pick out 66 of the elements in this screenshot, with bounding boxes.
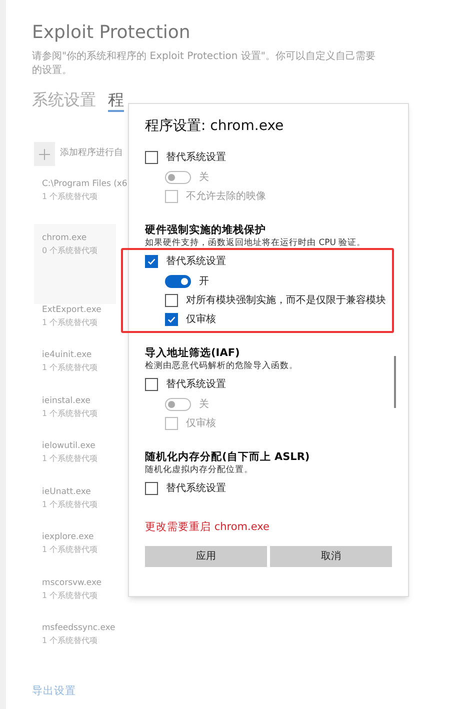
program-name: mscorsvw.exe (42, 576, 102, 590)
program-name: ieUnatt.exe (42, 486, 92, 498)
override-count: 1 个系统替代项 (42, 191, 99, 203)
page-description: 请参阅"你的系统和程序的 Exploit Protection 设置"。你可以自定义自己需要的设置。 (32, 50, 377, 78)
tab[interactable]: 系统设置 (32, 90, 96, 110)
override-count: 1 个系统替代项 (42, 498, 99, 510)
tab[interactable]: 程 (108, 90, 124, 112)
program-item[interactable]: ielowutil.exe 1 个系统替代项 (34, 440, 129, 486)
program-name: msfeedssync.exe (42, 622, 116, 635)
checkbox[interactable] (165, 313, 178, 326)
checkbox-label: 替代系统设置 (166, 482, 226, 496)
export-link[interactable]: 导出设置 (32, 684, 474, 700)
checkbox[interactable] (145, 151, 158, 164)
dialog-button[interactable]: 应用 (145, 546, 267, 567)
warning-text: 更改需要重启 chrom.exe (145, 520, 270, 535)
checkbox-label: 替代系统设置 (166, 254, 226, 269)
program-item[interactable]: C:\Program Files (x6 1 个系统替代项 (34, 178, 129, 224)
checkbox[interactable] (165, 294, 178, 307)
program-name: ielowutil.exe (42, 440, 96, 453)
section-description: 随机化虚拟内存分配位置。 (145, 464, 254, 476)
plus-icon (39, 148, 50, 160)
section-description: 检测由恶意代码解析的危险导入函数。 (145, 360, 299, 372)
check-icon (167, 315, 176, 324)
dialog-title: 程序设置: chrom.exe (145, 117, 285, 136)
checkbox[interactable] (145, 378, 158, 391)
section-heading: 随机化内存分配(自下而上 ASLR) (145, 451, 311, 464)
override-count: 1 个系统替代项 (42, 408, 99, 420)
checkbox[interactable] (145, 255, 158, 268)
dialog-button[interactable]: 取消 (270, 546, 392, 567)
override-count: 1 个系统替代项 (42, 635, 99, 647)
toggle-switch[interactable] (165, 274, 191, 288)
checkbox-label: 替代系统设置 (166, 150, 226, 165)
toggle-label: 开 (199, 274, 209, 288)
override-count: 1 个系统替代项 (42, 453, 99, 465)
override-count: 1 个系统替代项 (42, 362, 99, 374)
section-heading: 硬件强制实施的堆栈保护 (145, 224, 267, 237)
checkbox-label: 仅审核 (186, 416, 216, 431)
program-name: C:\Program Files (x6 (42, 178, 128, 191)
program-item[interactable]: mscorsvw.exe 1 个系统替代项 (34, 576, 129, 622)
program-item[interactable]: iexplore.exe 1 个系统替代项 (34, 531, 129, 576)
add-program-label: 添加程序进行自 (60, 147, 123, 160)
program-name: chrom.exe (42, 232, 88, 244)
program-name: iexplore.exe (42, 531, 95, 544)
checkbox-label: 仅审核 (186, 312, 216, 327)
program-item[interactable]: msfeedssync.exe 1 个系统替代项 (34, 622, 129, 668)
program-item[interactable]: ieUnatt.exe 1 个系统替代项 (34, 486, 129, 531)
override-count: 1 个系统替代项 (42, 544, 99, 556)
section-description: 如果硬件支持，函数返回地址将在运行时由 CPU 验证。 (145, 237, 367, 249)
checkbox-label: 对所有模块强制实施，而不是仅限于兼容模块 (186, 294, 386, 308)
program-name: ExtExport.exe (42, 304, 102, 316)
check-icon (147, 257, 156, 266)
program-item[interactable]: chrom.exe 0 个系统替代项 (34, 224, 116, 304)
override-count: 1 个系统替代项 (42, 316, 99, 328)
section-heading: 导入地址筛选(IAF) (145, 347, 241, 360)
override-count: 0 个系统替代项 (42, 244, 99, 256)
program-item[interactable]: ie4uinit.exe 1 个系统替代项 (34, 349, 129, 394)
checkbox-label: 不允许去除的映像 (186, 190, 266, 204)
override-count: 1 个系统替代项 (42, 590, 99, 602)
program-item[interactable]: ieinstal.exe 1 个系统替代项 (34, 394, 129, 440)
checkbox[interactable] (145, 482, 158, 495)
program-name: ieinstal.exe (42, 394, 92, 408)
toggle-label: 关 (199, 170, 209, 184)
checkbox-label: 替代系统设置 (166, 378, 226, 392)
program-name: ie4uinit.exe (42, 349, 93, 362)
toggle-label: 关 (199, 398, 209, 412)
page-title: Exploit Protection (32, 22, 192, 44)
